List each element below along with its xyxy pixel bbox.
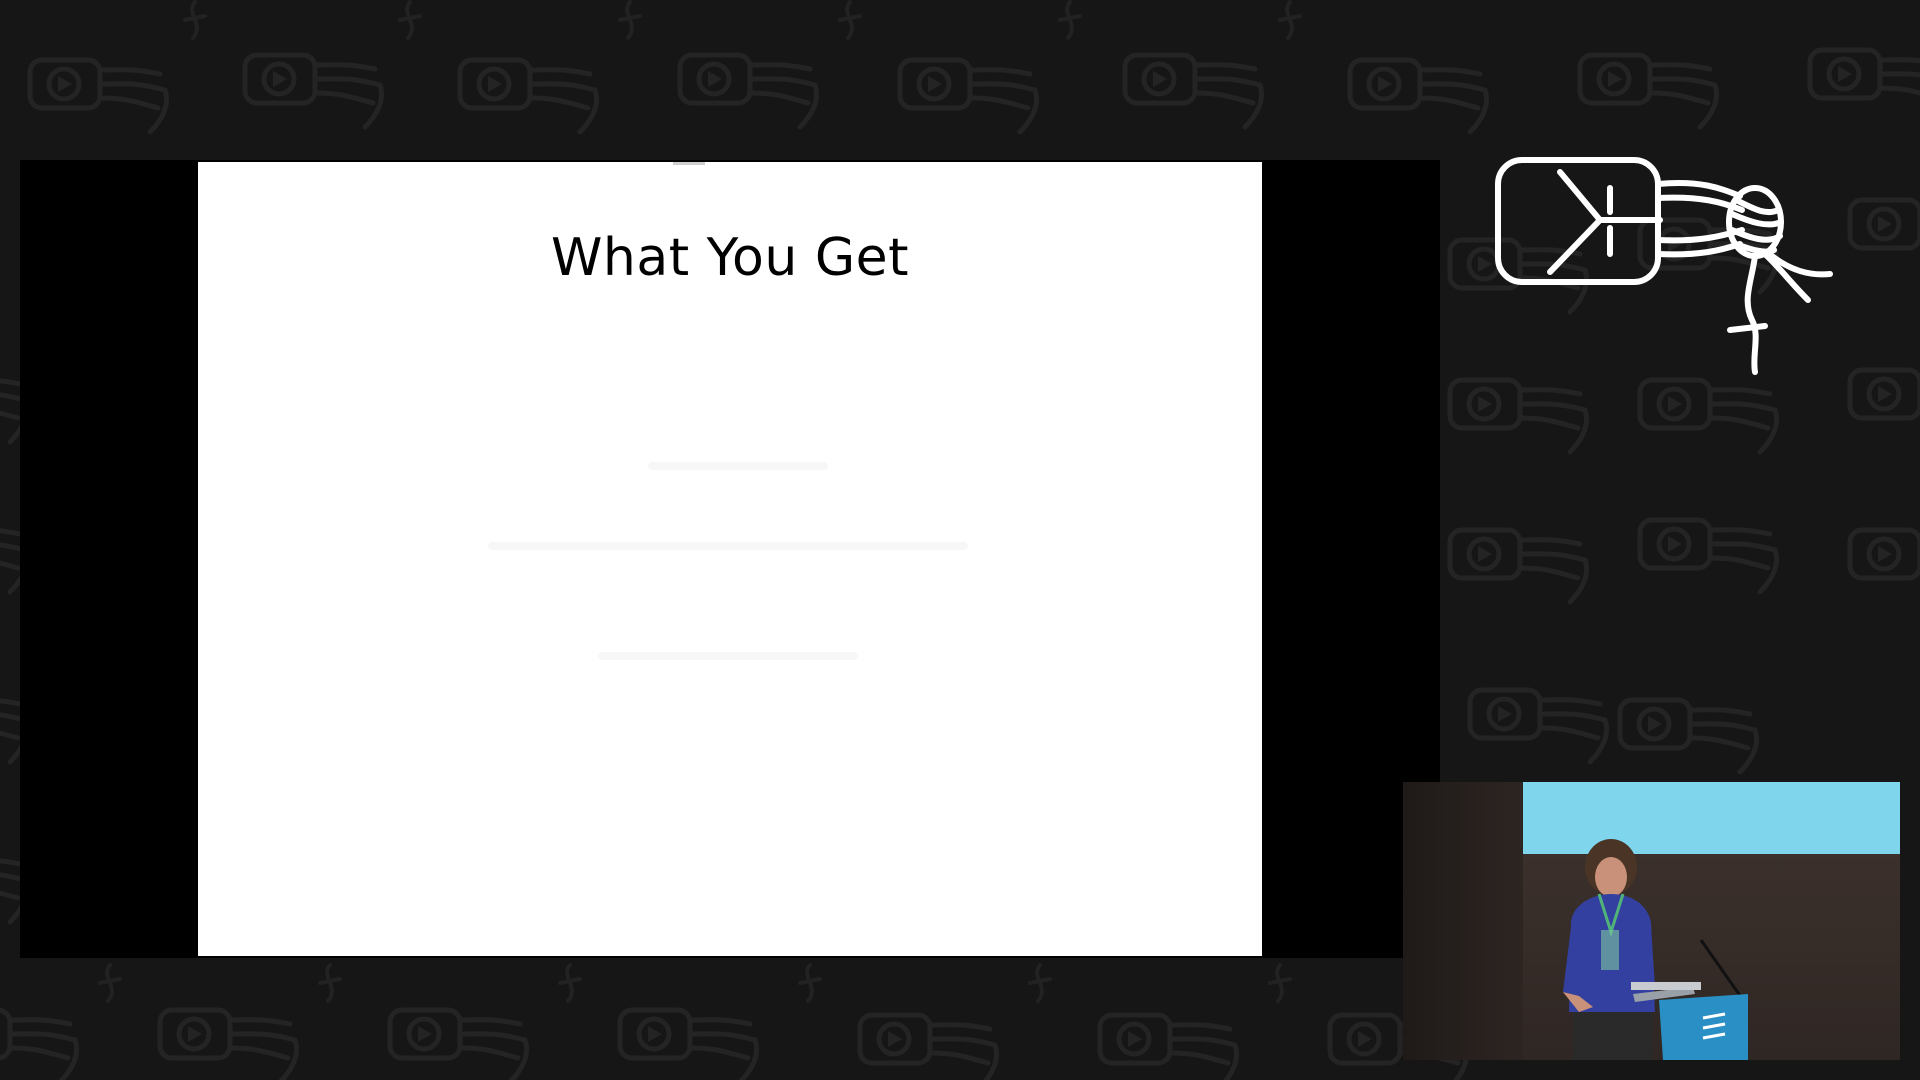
faded-text-line <box>598 652 858 660</box>
presentation-slide: What You Get <box>198 162 1262 956</box>
video-stage: What You Get <box>0 0 1920 1080</box>
pattern-row-bottom <box>0 963 1467 1080</box>
slide-frame: What You Get <box>20 160 1440 958</box>
faded-text-line <box>488 542 968 550</box>
pattern-row-1 <box>30 50 1920 132</box>
conference-logo-icon <box>1495 157 1833 375</box>
slide-title: What You Get <box>551 228 909 288</box>
slide-top-marker <box>673 162 705 165</box>
speaker-camera-inset <box>1403 782 1900 1060</box>
speaker-figure <box>1563 839 1748 1060</box>
faded-text-line <box>648 462 828 470</box>
pattern-sprigs-top <box>183 0 1302 40</box>
